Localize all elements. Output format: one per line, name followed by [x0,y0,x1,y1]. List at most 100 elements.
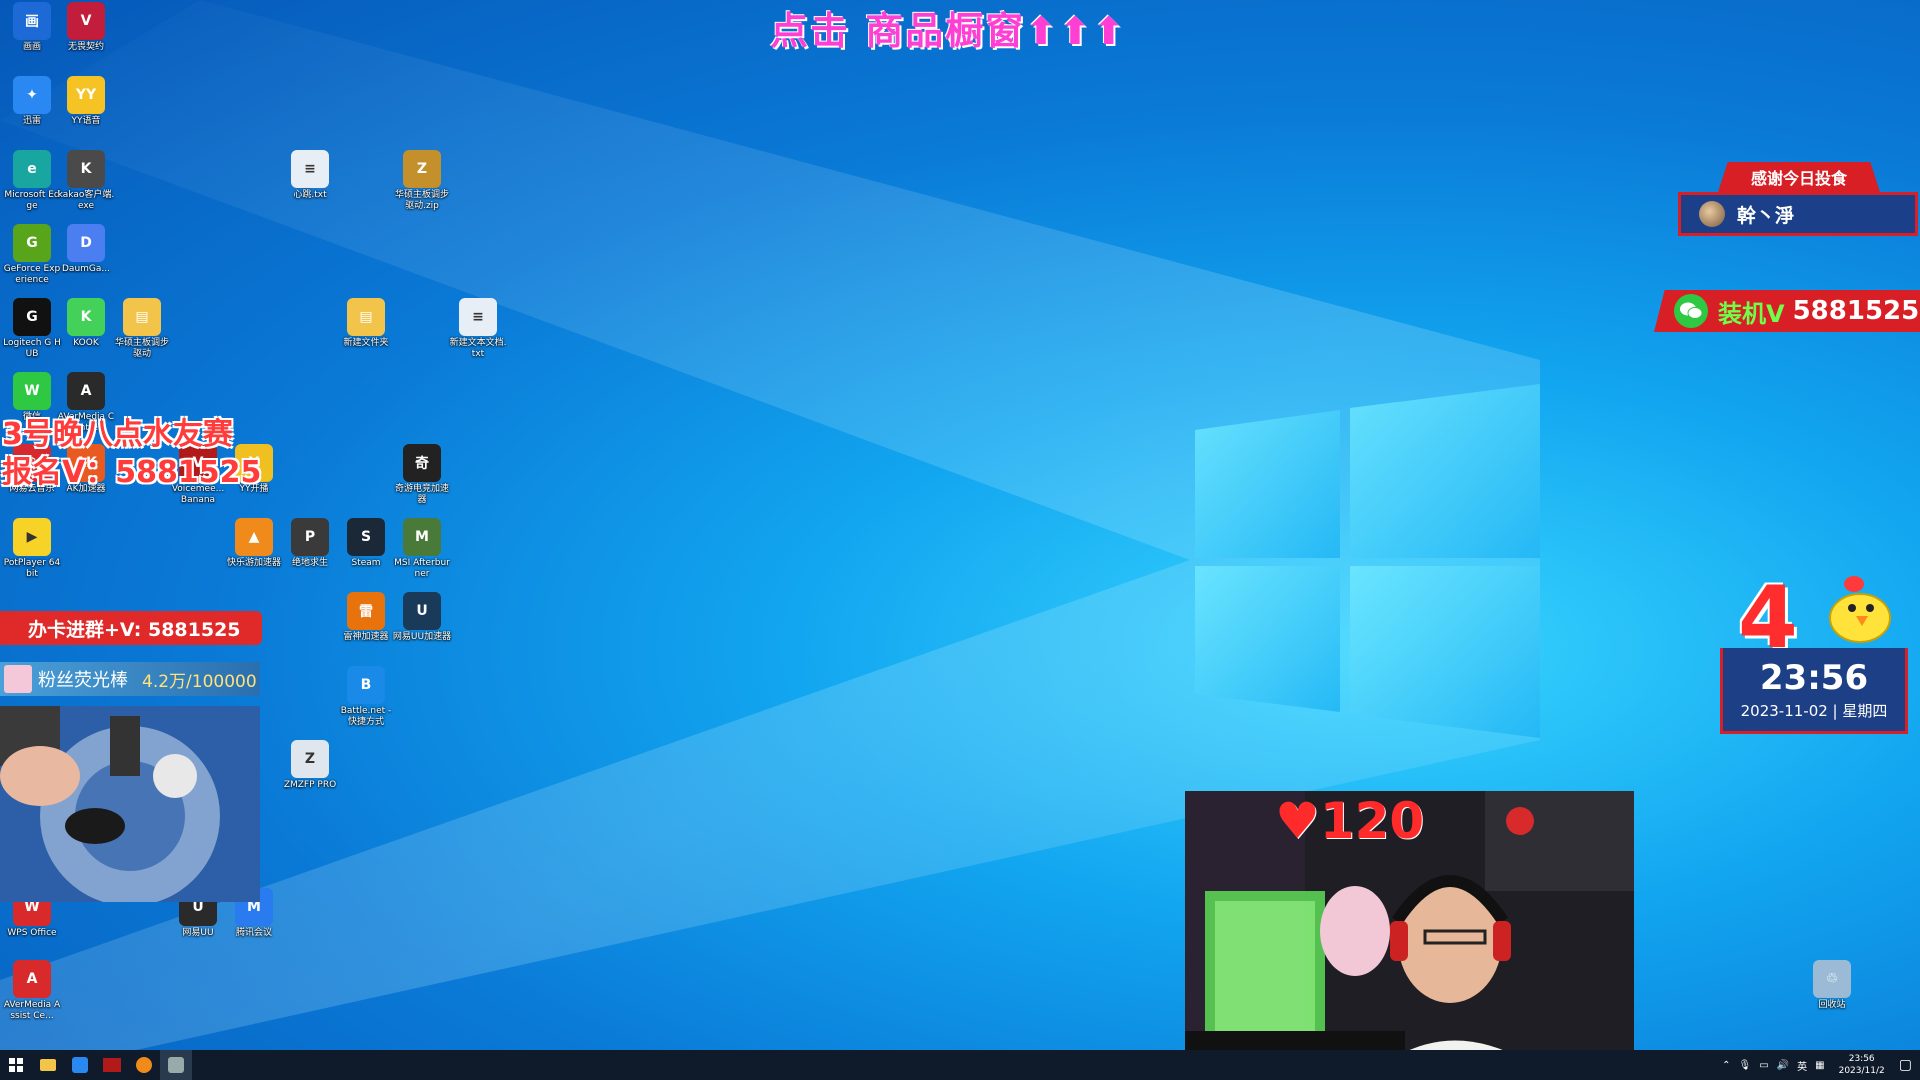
app-icon: W [13,372,51,410]
app-icon: U [403,592,441,630]
windows-logo-pane-tl [1195,410,1340,558]
taskbar-file-explorer[interactable] [32,1050,64,1080]
desktop-icon-label: AVerMedia Assist Ce... [3,1000,61,1021]
app-icon: M [403,518,441,556]
folder-icon [40,1059,56,1071]
start-button[interactable] [0,1050,32,1080]
desktop-icon[interactable]: G GeForce Experience [2,224,62,286]
match-line-1: 3号晚八点水友赛 [2,417,233,452]
wechat-icon [1674,294,1708,328]
desktop-icon[interactable]: A AVerMedia Assist Ce... [2,960,62,1022]
desktop-icon[interactable]: e Microsoft Edge [2,150,62,212]
notification-icon[interactable]: ▢ [1899,1057,1912,1073]
taskbar-voicemeeter[interactable] [96,1050,128,1080]
desktop-icon[interactable]: ▶ PotPlayer 64 bit [2,518,62,580]
windows-logo-pane-br [1350,566,1540,738]
taskbar-xunlei[interactable] [64,1050,96,1080]
desktop-icon[interactable]: V 无畏契约 [56,2,116,53]
app-icon: ▤ [347,298,385,336]
clock-panel: 23:56 2023-11-02 | 星期四 [1720,648,1908,734]
tray-ime-icon[interactable]: ▦ [1815,1060,1824,1071]
wechat-contact-bar: 装机V 5881525 [1654,290,1920,332]
desktop-icon[interactable]: YY YY语音 [56,76,116,127]
desktop-icon[interactable]: ♲ 回收站 [1802,960,1862,1011]
desktop-icon[interactable]: 奇奇游电竞加速器 [392,444,452,506]
wechat-number: 5881525 [1792,296,1920,326]
desktop-icon-label: Microsoft Edge [4,190,60,211]
desktop-icon[interactable]: B Battle.net - 快捷方式 [336,666,396,728]
app-icon: e [13,150,51,188]
clock-date: 2023-11-02 | 星期四 [1740,702,1888,720]
desktop-icon[interactable]: D DaumGa... [56,224,116,275]
app-icon: K [67,298,105,336]
app-icon: G [13,224,51,262]
thanks-user-name: 幹丶淨 [1737,204,1795,227]
desktop-icon-label: 快乐游加速器 [226,558,281,568]
desktop-icon[interactable]: S Steam [336,518,396,569]
desktop-icon[interactable]: 画画画 [2,2,62,53]
tray-language[interactable]: 英 [1797,1058,1807,1073]
windows-logo-pane-tr [1350,384,1540,558]
desktop-icon[interactable]: ▲ 快乐游加速器 [224,518,284,569]
chick-mascot-icon [1829,576,1891,643]
desktop-icon[interactable]: P 绝地求生 [280,518,340,569]
taskbar-app[interactable] [160,1050,192,1080]
desktop-icon[interactable]: Kkakao客户端.exe [56,150,116,212]
user-avatar [1699,201,1725,227]
desktop-icon-label: 新建文件夹 [343,338,389,348]
tray-chevron-icon[interactable]: ⌃ [1722,1060,1730,1071]
voicemeeter-icon [103,1058,121,1072]
taskbar: ⌃ 🎙 ▭ 🔊 英 ▦ 23:56 2023/11/2 ▢ [0,1050,1920,1080]
thanks-user-box: 幹丶淨 [1678,192,1918,236]
desktop-icon[interactable]: Z 华硕主板调步驱动.zip [392,150,452,212]
desktop-icon[interactable]: ▤ 新建文件夹 [336,298,396,349]
xunlei-icon [72,1057,88,1073]
clock-time: 23:56 [1759,658,1869,698]
app-icon: Z [291,740,329,778]
app-icon: K [67,150,105,188]
windows-logo-pane-bl [1195,566,1340,712]
tray-network-icon[interactable]: ▭ [1759,1060,1768,1071]
like-counter: ♥ 120 [1275,792,1424,850]
desktop-icon-label: MSI Afterburner [394,558,450,579]
tray-volume-icon[interactable]: 🔊 [1777,1060,1789,1071]
desktop-icon-label: 迅雷 [22,116,41,126]
desktop-icon[interactable]: M MSI Afterburner [392,518,452,580]
taskbar-leishen[interactable] [128,1050,160,1080]
thanks-title: 感谢今日投食 [1718,162,1880,192]
match-line-2: 报名V：5881525 [2,455,262,490]
app-icon [168,1057,184,1073]
desktop-icon-label: 画画 [22,42,41,52]
tray-clock[interactable]: 23:56 2023/11/2 [1839,1053,1885,1077]
app-icon: P [291,518,329,556]
desktop-icon[interactable]: Z ZMZFP PRO [280,740,340,791]
desktop-icon[interactable]: K KOOK [56,298,116,349]
app-icon: S [347,518,385,556]
desktop-icon-label: 新建文本文档.txt [449,338,507,359]
tray-mic-icon[interactable]: 🎙 [1739,1060,1752,1071]
desktop-icon[interactable]: 雷雷神加速器 [336,592,396,643]
app-icon: 雷 [347,592,385,630]
desktop-icon-label: 绝地求生 [291,558,328,568]
app-icon: V [67,2,105,40]
heart-icon: ♥ [1275,792,1320,850]
app-icon: ▤ [123,298,161,336]
desktop-icon[interactable]: ≡ 新建文本文档.txt [448,298,508,360]
desktop-icon-label: PotPlayer 64 bit [3,558,61,579]
desktop-icon-label: ZMZFP PRO [283,780,337,790]
app-icon: D [67,224,105,262]
desktop-icon[interactable]: ≡ 心跳.txt [280,150,340,201]
leishen-icon [136,1057,152,1073]
desktop-icon[interactable]: G Logitech G HUB [2,298,62,360]
group-join-bar: 办卡进群+V: 5881525 [0,611,262,645]
app-icon: ✦ [13,76,51,114]
tray-date: 2023/11/2 [1838,1066,1885,1076]
desktop-icon[interactable]: ✦ 迅雷 [2,76,62,127]
desktop-icon-label: 网易UU加速器 [392,632,452,642]
desktop-icon[interactable]: ▤ 华硕主板调步驱动 [112,298,172,360]
desktop-icon-label: YY语音 [71,116,101,126]
windows-start-icon [9,1058,23,1072]
app-icon: 画 [13,2,51,40]
desktop-icon[interactable]: U 网易UU加速器 [392,592,452,643]
fan-label: 粉丝荧光棒 [38,670,128,691]
